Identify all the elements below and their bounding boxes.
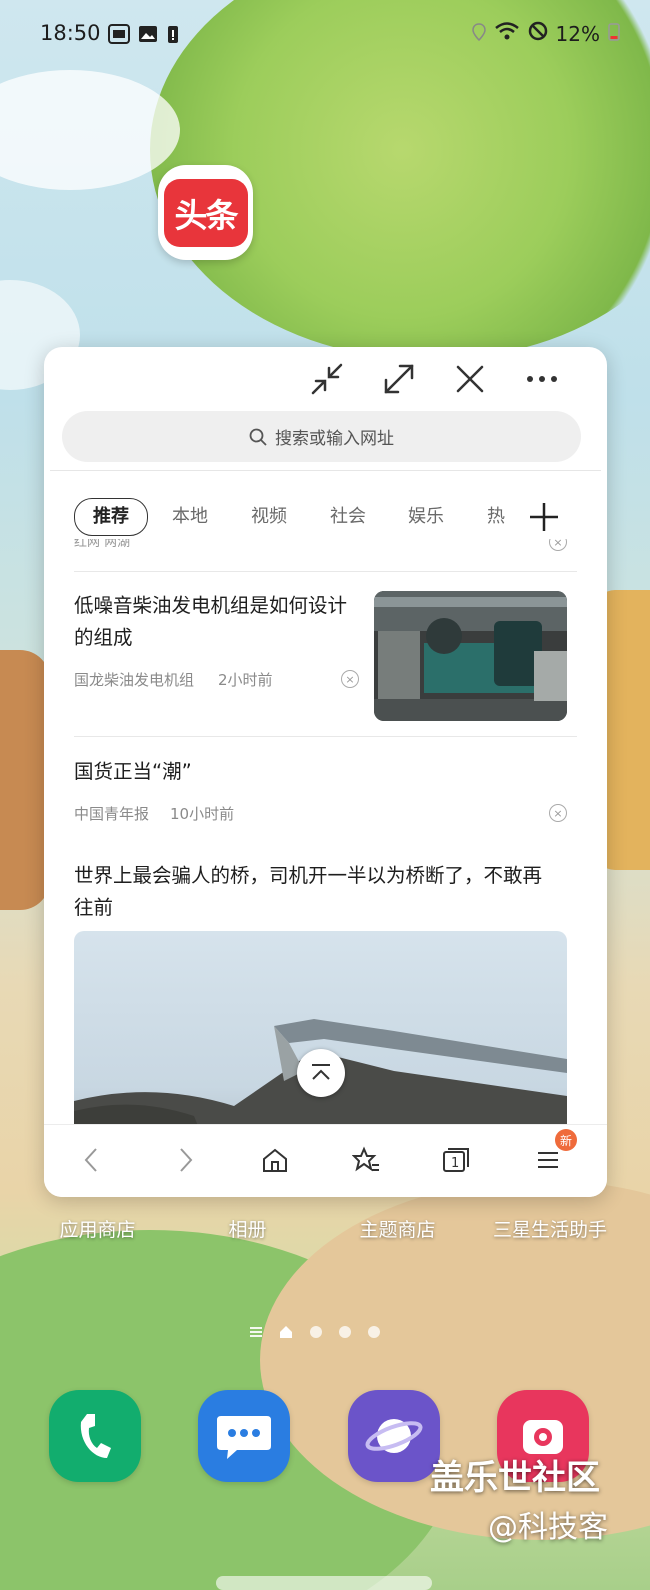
news-feed: 红网 两湖 × 低噪音柴油发电机组是如何设计 的组成 国龙柴油发电机组 2小时前…	[44, 539, 607, 1125]
more-icon	[527, 376, 557, 382]
search-icon	[249, 428, 267, 446]
app-label-gallery[interactable]: 相册	[200, 1215, 295, 1242]
divider	[74, 736, 577, 737]
maximize-icon	[384, 364, 414, 394]
alert-battery-icon	[166, 24, 180, 48]
gesture-bar[interactable]	[216, 1576, 432, 1590]
car-shape	[0, 650, 50, 910]
home-page-dot-icon	[280, 1326, 292, 1338]
notification-icons	[108, 24, 180, 48]
tab-society[interactable]: 社会	[330, 499, 366, 535]
article-title-line: 往前	[74, 896, 114, 919]
tab-video[interactable]: 视频	[251, 499, 287, 535]
close-button[interactable]	[452, 361, 488, 397]
article-title: 国货正当“潮”	[74, 760, 192, 783]
article-time: 10小时前	[170, 805, 235, 823]
address-bar[interactable]: 搜索或输入网址	[62, 411, 581, 462]
popup-window: 搜索或输入网址 推荐 本地 视频 社会 娱乐 热 红网 两湖 × 低噪音柴油发电…	[44, 347, 607, 1197]
wifi-icon	[494, 21, 520, 46]
home-button[interactable]	[258, 1143, 292, 1177]
minimize-button[interactable]	[309, 361, 345, 397]
arrow-up-icon	[312, 1064, 330, 1080]
star-list-icon	[352, 1146, 379, 1172]
status-right: 12%	[471, 21, 620, 46]
do-not-disturb-icon	[528, 21, 548, 46]
page-dot	[339, 1326, 351, 1338]
tab-local[interactable]: 本地	[172, 499, 208, 535]
image-notification-icon	[138, 24, 158, 48]
article-source: 中国青年报	[74, 805, 150, 823]
chevron-right-icon	[180, 1148, 193, 1172]
maximize-button[interactable]	[381, 361, 417, 397]
dismiss-icon[interactable]: ×	[341, 670, 359, 688]
tab-entertainment[interactable]: 娱乐	[408, 499, 444, 535]
more-options-button[interactable]	[524, 361, 560, 397]
chevron-left-icon	[84, 1148, 97, 1172]
dismiss-icon[interactable]: ×	[549, 539, 567, 551]
watermark-title: 盖乐世社区	[430, 1458, 600, 1498]
new-badge: 新	[555, 1129, 577, 1151]
phone-app[interactable]	[49, 1390, 141, 1482]
back-to-top-button[interactable]	[297, 1049, 345, 1097]
article-title-line: 世界上最会骗人的桥，司机开一半以为桥断了，不敢再	[74, 864, 543, 887]
tab-recommend[interactable]: 推荐	[74, 498, 148, 536]
article-source: 国龙柴油发电机组	[74, 671, 195, 689]
location-icon	[471, 22, 486, 46]
menu-lines-icon	[250, 1327, 262, 1337]
messages-icon	[217, 1416, 271, 1459]
page-dot	[368, 1326, 380, 1338]
dismiss-icon[interactable]: ×	[549, 804, 567, 822]
bookmarks-button[interactable]	[349, 1143, 383, 1177]
address-placeholder: 搜索或输入网址	[275, 429, 394, 449]
generator-thumbnail	[374, 591, 567, 721]
popup-title-bar	[44, 347, 607, 409]
planet-icon	[365, 1419, 423, 1453]
phone-icon	[80, 1414, 111, 1458]
app-label-samsung-assistant[interactable]: 三星生活助手	[480, 1215, 620, 1242]
divider	[50, 470, 601, 471]
app-label-theme-store[interactable]: 主题商店	[350, 1215, 445, 1242]
home-icon	[263, 1148, 287, 1172]
tabs-button[interactable]: 1	[439, 1143, 473, 1177]
divider	[74, 571, 577, 572]
back-button[interactable]	[74, 1143, 108, 1177]
page-dot	[310, 1326, 322, 1338]
browser-nav-bar: 1 新	[44, 1124, 607, 1197]
watermark-author: @科技客	[488, 1510, 608, 1545]
article-title-line: 的组成	[74, 626, 133, 649]
messages-app[interactable]	[198, 1390, 290, 1482]
status-time: 18:50	[40, 21, 101, 45]
svg-text:1: 1	[451, 1156, 459, 1171]
minimize-icon	[311, 363, 343, 395]
tabs-icon: 1	[443, 1148, 469, 1172]
close-icon	[456, 365, 484, 393]
tab-hot[interactable]: 热	[487, 499, 507, 535]
forward-button[interactable]	[169, 1143, 203, 1177]
add-channel-button[interactable]	[528, 501, 560, 533]
floating-app-icon[interactable]: 头条	[158, 165, 253, 260]
status-bar: 18:50 12%	[0, 0, 650, 70]
battery-percent: 12%	[555, 21, 600, 46]
battery-icon	[608, 21, 620, 46]
plus-icon	[530, 503, 558, 531]
app-label-app-store[interactable]: 应用商店	[50, 1215, 145, 1242]
toutiao-logo: 头条	[163, 178, 248, 247]
page-indicator[interactable]	[250, 1325, 380, 1339]
menu-icon	[538, 1152, 558, 1168]
internet-app[interactable]	[348, 1390, 440, 1482]
article-time: 2小时前	[218, 671, 273, 689]
toutiao-notification-icon	[108, 24, 130, 48]
article-meta: 红网 两湖	[74, 539, 131, 550]
article-title-line: 低噪音柴油发电机组是如何设计	[74, 594, 348, 617]
